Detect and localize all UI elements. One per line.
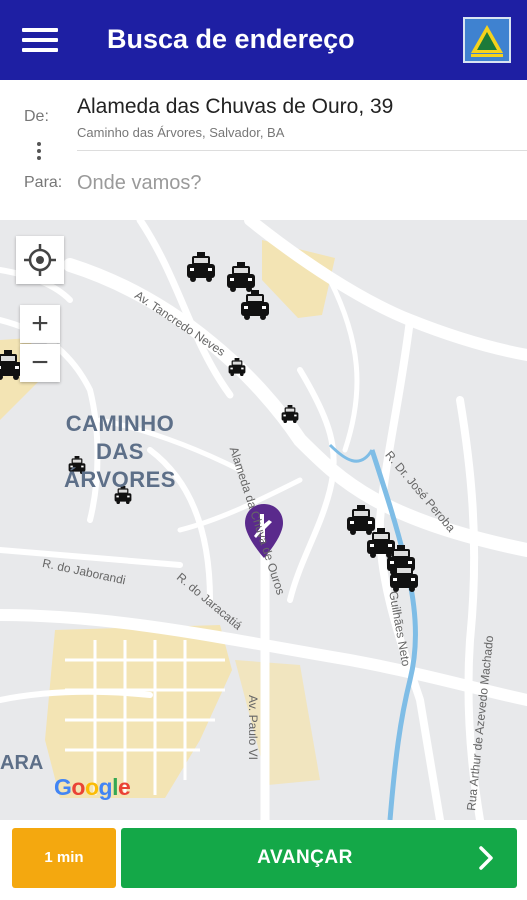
origin-address-detail: Caminho das Árvores, Salvador, BA: [77, 125, 285, 140]
my-location-button[interactable]: [16, 236, 64, 284]
route-dots-icon: [37, 142, 43, 163]
page-title: Busca de endereço: [107, 24, 355, 54]
chevron-right-icon: [479, 846, 493, 870]
neighborhood-label: ARA: [0, 752, 44, 774]
google-logo: Google: [54, 774, 131, 800]
advance-button[interactable]: AVANÇAR: [121, 828, 517, 888]
district-label: CAMINHO DAS ÁRVORES: [64, 411, 176, 492]
destination-label: Para:: [24, 174, 63, 191]
eta-button[interactable]: 1 min: [12, 828, 116, 888]
advance-button-label: AVANÇAR: [257, 847, 353, 868]
street-label: Av. Paulo VI: [246, 695, 260, 760]
zoom-in-button[interactable]: +: [20, 305, 60, 343]
hamburger-menu-icon[interactable]: [22, 26, 60, 54]
origin-address[interactable]: Alameda das Chuvas de Ouro, 39: [77, 95, 393, 119]
origin-label: De:: [24, 108, 49, 125]
crosshair-icon: [24, 244, 56, 276]
app-logo-icon[interactable]: [463, 17, 511, 63]
divider: [77, 150, 527, 151]
zoom-out-button[interactable]: −: [20, 344, 60, 382]
destination-input[interactable]: [73, 168, 513, 198]
